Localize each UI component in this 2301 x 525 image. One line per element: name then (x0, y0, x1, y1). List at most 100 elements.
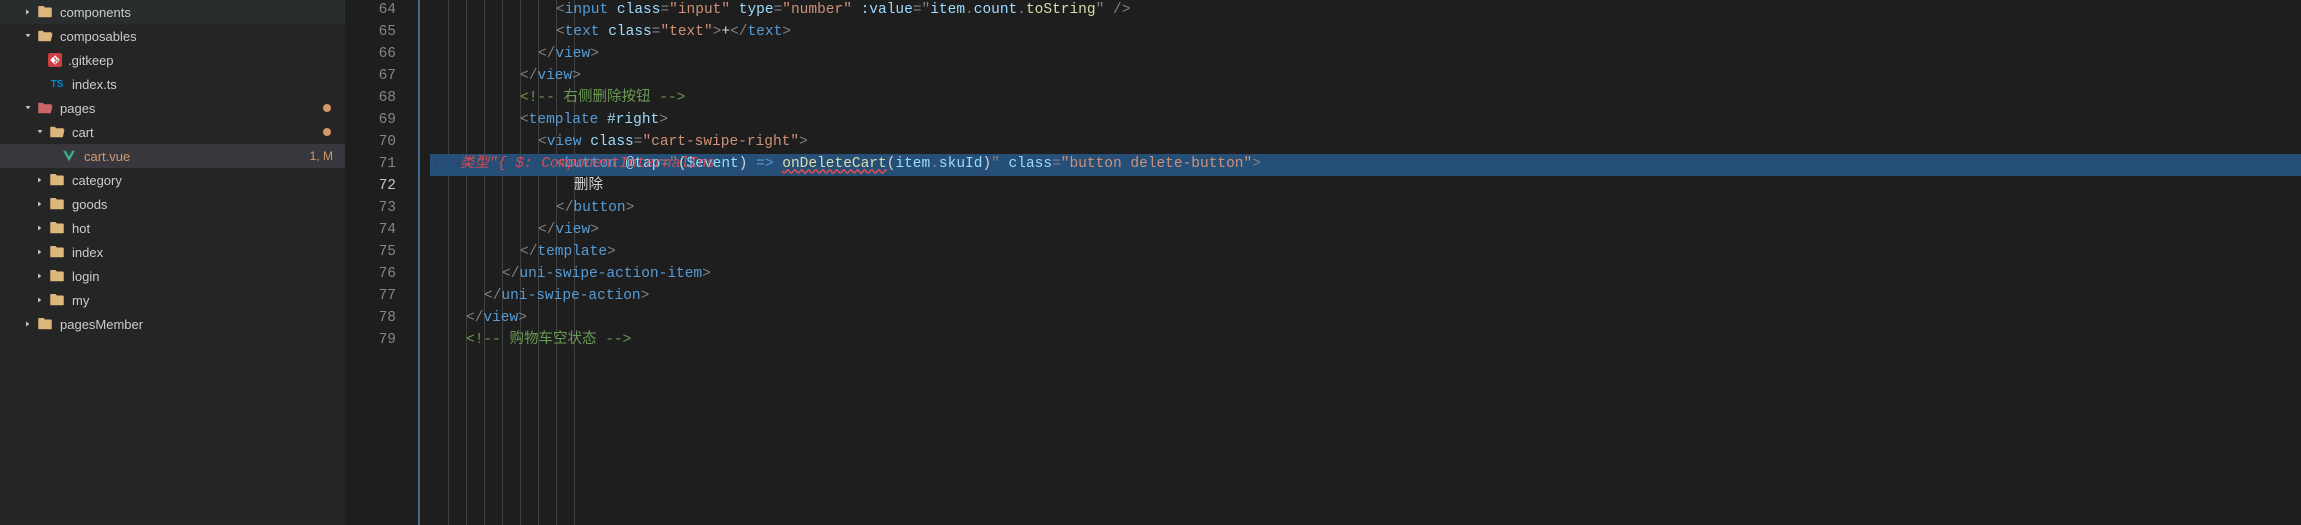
line-number: 77 (346, 286, 396, 308)
code-line[interactable]: </uni-swipe-action> (430, 286, 2301, 308)
folder-icon (48, 291, 66, 309)
code-text: <text class="text">+</text> (556, 21, 791, 44)
file-explorer[interactable]: components composables .gitkeepTS index.ts p… (0, 0, 346, 525)
tree-label: index (72, 245, 345, 260)
folder-icon (48, 219, 66, 237)
tree-item-composables[interactable]: composables (0, 24, 345, 48)
code-line[interactable]: <!-- 购物车空状态 --> (430, 330, 2301, 352)
code-line[interactable]: <input class="input" type="number" :valu… (430, 0, 2301, 22)
git-status-badge: 1, M (310, 149, 345, 163)
chevron-right-icon (32, 52, 48, 68)
tree-item-category[interactable]: category (0, 168, 345, 192)
tree-label: goods (72, 197, 345, 212)
chevron-right-icon[interactable] (20, 316, 36, 332)
chevron-right-icon[interactable] (32, 220, 48, 236)
tree-item-pagesMember[interactable]: pagesMember (0, 312, 345, 336)
code-text: </template> (520, 241, 616, 264)
code-editor[interactable]: 64656667686970717273747576777879 <input … (346, 0, 2301, 525)
chevron-down-icon[interactable] (32, 124, 48, 140)
typescript-icon: TS (48, 75, 66, 93)
tree-item-index-ts[interactable]: TS index.ts (0, 72, 345, 96)
tree-item-hot[interactable]: hot (0, 216, 345, 240)
code-line[interactable]: <template #right> (430, 110, 2301, 132)
tree-item--gitkeep[interactable]: .gitkeep (0, 48, 345, 72)
line-number: 79 (346, 330, 396, 352)
tree-label: index.ts (72, 77, 345, 92)
line-number: 78 (346, 308, 396, 330)
inline-error-hint: 类型"{ $: ComponentInternalIns (460, 153, 715, 176)
chevron-down-icon[interactable] (20, 28, 36, 44)
tree-label: composables (60, 29, 345, 44)
chevron-right-icon[interactable] (20, 4, 36, 20)
tree-label: pages (60, 101, 323, 116)
code-line[interactable]: </template> (430, 242, 2301, 264)
tree-item-cart[interactable]: cart (0, 120, 345, 144)
code-text: <!-- 右侧删除按钮 --> (520, 87, 685, 110)
line-number: 70 (346, 132, 396, 154)
chevron-down-icon[interactable] (20, 100, 36, 116)
tree-item-index[interactable]: index (0, 240, 345, 264)
line-number: 73 (346, 198, 396, 220)
fold-column (414, 0, 430, 525)
tree-label: .gitkeep (68, 53, 345, 68)
line-number: 71 (346, 154, 396, 176)
tree-label: my (72, 293, 345, 308)
folder-icon (48, 243, 66, 261)
line-number: 74 (346, 220, 396, 242)
code-line[interactable]: </view> (430, 66, 2301, 88)
line-number: 66 (346, 44, 396, 66)
code-line[interactable]: <!-- 右侧删除按钮 --> (430, 88, 2301, 110)
tree-item-goods[interactable]: goods (0, 192, 345, 216)
code-line[interactable]: <text class="text">+</text> (430, 22, 2301, 44)
code-text: 删除 (574, 175, 603, 198)
code-text: <template #right> (520, 109, 668, 132)
tree-label: category (72, 173, 345, 188)
folder-icon (48, 267, 66, 285)
tree-label: login (72, 269, 345, 284)
line-number: 69 (346, 110, 396, 132)
tree-label: components (60, 5, 345, 20)
tree-item-login[interactable]: login (0, 264, 345, 288)
code-text: </view> (466, 307, 527, 330)
chevron-right-icon (32, 76, 48, 92)
tree-item-cart-vue[interactable]: cart.vue1, M (0, 144, 345, 168)
line-number-gutter: 64656667686970717273747576777879 (346, 0, 414, 525)
code-line[interactable]: 删除 (430, 176, 2301, 198)
folder-icon (36, 3, 54, 21)
tree-label: cart (72, 125, 323, 140)
tree-label: cart.vue (84, 149, 310, 164)
chevron-right-icon (44, 148, 60, 164)
code-line[interactable]: </view> (430, 220, 2301, 242)
line-number: 64 (346, 0, 396, 22)
tree-item-my[interactable]: my (0, 288, 345, 312)
code-line[interactable]: <view class="cart-swipe-right"> (430, 132, 2301, 154)
folder-icon (36, 27, 54, 45)
chevron-right-icon[interactable] (32, 172, 48, 188)
code-line[interactable]: </view> (430, 44, 2301, 66)
code-text: </view> (538, 219, 599, 242)
folder-icon (48, 123, 66, 141)
chevron-right-icon[interactable] (32, 268, 48, 284)
code-line[interactable]: </button> (430, 198, 2301, 220)
chevron-right-icon[interactable] (32, 196, 48, 212)
line-number: 75 (346, 242, 396, 264)
code-text: </view> (520, 65, 581, 88)
code-text: <!-- 购物车空状态 --> (466, 329, 631, 352)
tree-label: pagesMember (60, 317, 345, 332)
code-text: </uni-swipe-action> (484, 285, 649, 308)
code-line[interactable]: · · · · · · · · · · · · · · <button @tap… (430, 154, 2301, 176)
tree-item-components[interactable]: components (0, 0, 345, 24)
folder-icon (36, 315, 54, 333)
vue-icon (60, 147, 78, 165)
tree-item-pages[interactable]: pages (0, 96, 345, 120)
modified-dot-icon (323, 128, 331, 136)
code-line[interactable]: </uni-swipe-action-item> (430, 264, 2301, 286)
code-text: <view class="cart-swipe-right"> (538, 131, 808, 154)
code-content[interactable]: <input class="input" type="number" :valu… (430, 0, 2301, 525)
folder-icon (36, 99, 54, 117)
chevron-right-icon[interactable] (32, 244, 48, 260)
code-line[interactable]: </view> (430, 308, 2301, 330)
code-text: <input class="input" type="number" :valu… (556, 0, 1130, 23)
line-number: 72 (346, 176, 396, 198)
chevron-right-icon[interactable] (32, 292, 48, 308)
